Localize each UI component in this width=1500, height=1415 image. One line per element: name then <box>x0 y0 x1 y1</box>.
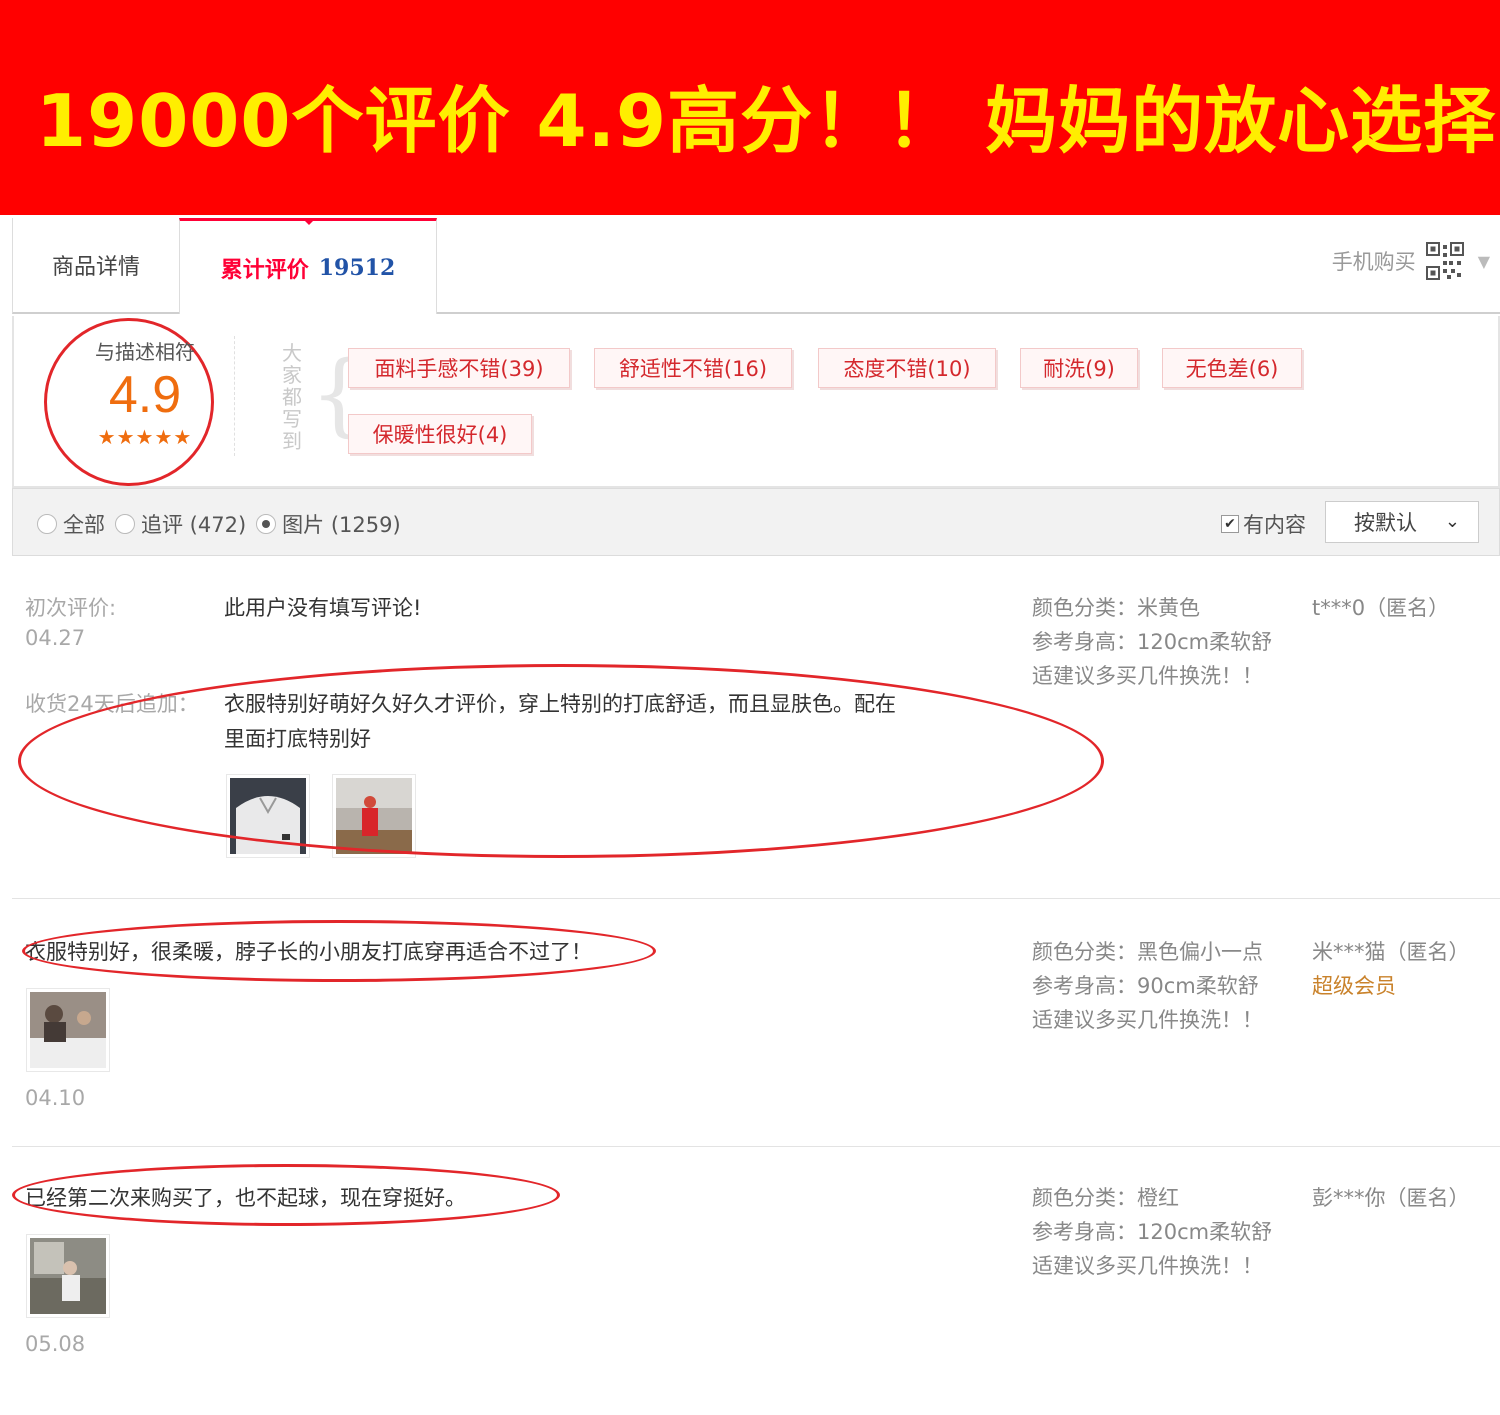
review-type-radios: 全部 追评 (472) 图片 (1259) <box>37 509 411 539</box>
impression-tag[interactable]: 耐洗(9) <box>1020 348 1138 388</box>
impression-tag[interactable]: 态度不错(10) <box>818 348 996 388</box>
sku-height: 参考身高：90cm柔软舒 <box>1032 974 1259 998</box>
review-date: 04.10 <box>25 1086 86 1110</box>
filter-followup-label: 追评 (472) <box>141 513 247 537</box>
score-value: 4.9 <box>108 366 182 424</box>
review-content: 此用户没有填写评论! <box>224 596 422 620</box>
sku-note: 适建议多买几件换洗！！ <box>1032 664 1263 688</box>
radio-icon[interactable] <box>37 514 57 534</box>
review-photo[interactable] <box>226 774 310 858</box>
tab-bar: 商品详情 累计评价 19512 手机购买 ▼ <box>12 218 1500 314</box>
photo-thumbnail-icon <box>30 1238 106 1314</box>
photo-thumbnail-icon <box>230 778 306 854</box>
banner-headline: 19000个评价 4.9高分！！ 妈妈的放心选择 <box>36 79 1497 163</box>
sku-height: 参考身高：120cm柔软舒 <box>1032 1220 1273 1244</box>
qr-code-icon <box>1425 242 1464 280</box>
review-divider <box>12 1146 1500 1147</box>
sort-selected-value: 按默认 <box>1354 511 1417 535</box>
review-photo[interactable] <box>332 774 416 858</box>
sku-height: 参考身高：120cm柔软舒 <box>1032 630 1273 654</box>
sku-color: 颜色分类：橙红 <box>1032 1186 1179 1210</box>
reviewer-name: t***0（匿名） <box>1312 596 1450 620</box>
has-content-toggle[interactable]: ✔ 有内容 <box>1221 509 1306 539</box>
rating-summary: 与描述相符 4.9 ★★★★★ 大家都写到 { 面料手感不错(39) 舒适性不错… <box>12 316 1500 488</box>
first-review-label: 初次评价: <box>25 596 117 620</box>
review-date: 04.27 <box>25 626 86 650</box>
review-photo[interactable] <box>26 1234 110 1318</box>
followup-content-line: 里面打底特别好 <box>224 727 371 751</box>
promo-banner: 19000个评价 4.9高分！！ 妈妈的放心选择 <box>0 0 1500 215</box>
followup-label: 收货24天后追加： <box>25 692 199 716</box>
reviewer-name: 彭***你（匿名） <box>1312 1186 1470 1210</box>
everyone-wrote-label: 大家都写到 <box>282 341 302 453</box>
member-badge: 超级会员 <box>1312 974 1396 998</box>
impression-tag[interactable]: 面料手感不错(39) <box>348 348 570 388</box>
tab-reviews-label: 累计评价 <box>220 257 309 283</box>
description-score: 与描述相符 4.9 ★★★★★ <box>70 336 220 449</box>
mobile-buy-button[interactable]: 手机购买 ▼ <box>1332 242 1490 280</box>
mobile-buy-label: 手机购买 <box>1331 250 1416 274</box>
sku-color: 颜色分类：黑色偏小一点 <box>1032 940 1263 964</box>
active-tab-caret-icon <box>302 218 316 225</box>
chevron-down-icon: ▼ <box>1477 251 1490 271</box>
sku-color: 颜色分类：米黄色 <box>1032 596 1200 620</box>
sort-select[interactable]: 按默认 ⌄ <box>1325 501 1479 543</box>
checkbox-checked-icon[interactable]: ✔ <box>1221 515 1239 533</box>
sku-note: 适建议多买几件换洗！！ <box>1032 1254 1263 1278</box>
filter-pictures-label: 图片 (1259) <box>282 513 401 537</box>
review-date: 05.08 <box>25 1332 86 1356</box>
review-content: 已经第二次来购买了，也不起球，现在穿挺好。 <box>25 1186 466 1210</box>
tab-reviews-count: 19512 <box>318 254 396 281</box>
review-photo[interactable] <box>26 988 110 1072</box>
impression-tag[interactable]: 无色差(6) <box>1162 348 1302 388</box>
reviewer-name: 米***猫（匿名） <box>1312 940 1470 964</box>
sku-note: 适建议多买几件换洗！！ <box>1032 1008 1263 1032</box>
radio-icon[interactable] <box>115 514 135 534</box>
filter-followup[interactable]: 追评 (472) <box>115 509 246 539</box>
star-rating-icon: ★★★★★ <box>97 425 193 449</box>
review-divider <box>12 898 1500 899</box>
followup-content-line: 衣服特别好萌好久好久才评价，穿上特别的打底舒适，而且显肤色。配在 <box>224 692 896 716</box>
photo-thumbnail-icon <box>30 992 106 1068</box>
review-filter-bar: 全部 追评 (472) 图片 (1259) ✔ 有内容 按默认 ⌄ <box>12 488 1500 556</box>
chevron-down-icon: ⌄ <box>1444 511 1460 532</box>
tab-reviews[interactable]: 累计评价 19512 <box>179 218 437 314</box>
photo-thumbnail-icon <box>336 778 412 854</box>
score-label: 与描述相符 <box>95 340 195 364</box>
filter-all-label: 全部 <box>63 513 105 537</box>
has-content-label: 有内容 <box>1243 513 1306 537</box>
tab-product-detail[interactable]: 商品详情 <box>13 218 179 312</box>
impression-tag[interactable]: 保暖性很好(4) <box>348 414 532 454</box>
filter-all[interactable]: 全部 <box>37 509 105 539</box>
radio-selected-icon[interactable] <box>256 514 277 534</box>
divider <box>234 336 235 456</box>
filter-pictures[interactable]: 图片 (1259) <box>256 509 401 539</box>
review-content: 衣服特别好，很柔暖，脖子长的小朋友打底穿再适合不过了！ <box>25 940 592 964</box>
impression-tag[interactable]: 舒适性不错(16) <box>594 348 792 388</box>
